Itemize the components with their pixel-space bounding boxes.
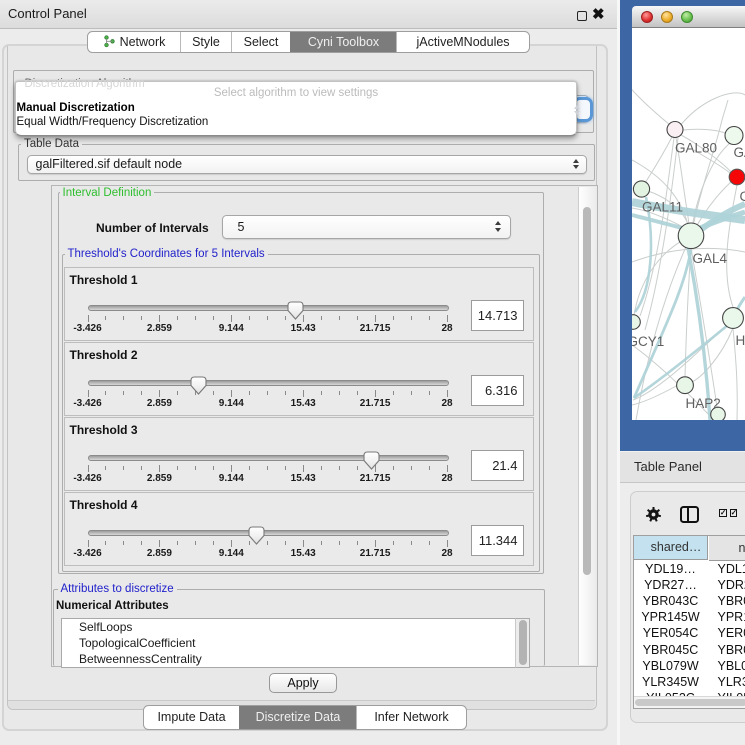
svg-text:GAL11: GAL11: [642, 200, 683, 215]
svg-text:HAP2: HAP2: [686, 396, 721, 411]
svg-text:C: C: [740, 189, 745, 204]
svg-text:GAL4: GAL4: [693, 251, 728, 266]
svg-text:H: H: [736, 333, 745, 348]
svg-text:GAL80: GAL80: [675, 141, 717, 156]
svg-text:GCY1: GCY1: [632, 334, 664, 349]
svg-text:GA: GA: [734, 145, 745, 160]
